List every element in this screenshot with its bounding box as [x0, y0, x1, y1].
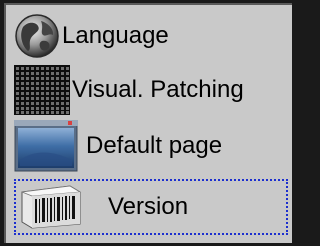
settings-menu-panel: Language Visual. Patching Default page V…	[4, 3, 292, 243]
monitor-page-icon	[14, 120, 78, 172]
menu-item-visual-patching[interactable]: Visual. Patching	[14, 65, 290, 115]
menu-item-label: Version	[108, 193, 189, 220]
globe-icon	[14, 13, 60, 59]
menu-item-label: Default page	[86, 132, 223, 159]
led-grid-icon	[14, 65, 70, 115]
menu-item-version[interactable]: Version	[14, 179, 288, 235]
barcode-box-icon	[20, 184, 82, 230]
menu-item-label: Visual. Patching	[72, 76, 244, 103]
menu-item-label: Language	[62, 22, 169, 49]
menu-item-default-page[interactable]: Default page	[14, 120, 290, 172]
menu-item-language[interactable]: Language	[14, 11, 290, 61]
